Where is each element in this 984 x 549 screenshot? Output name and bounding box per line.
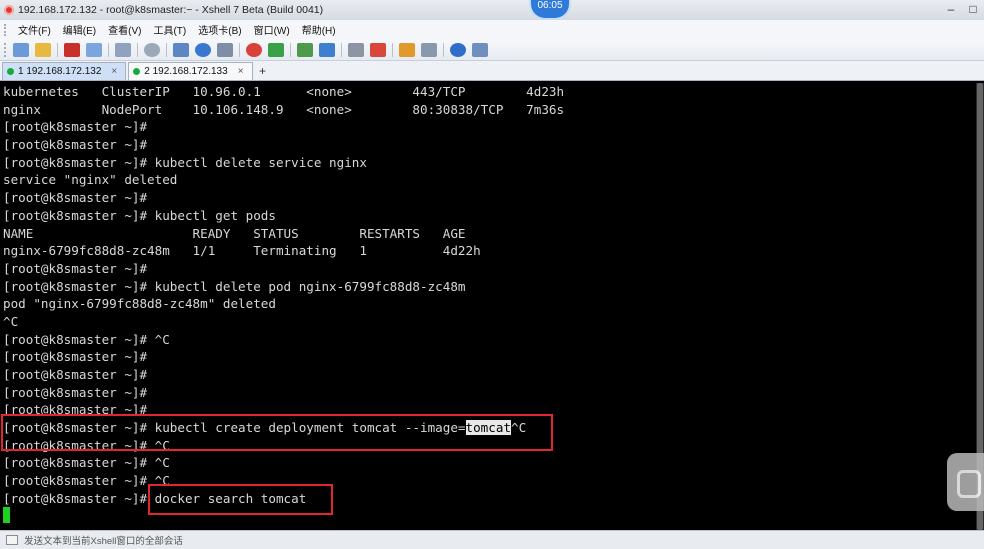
toolbar-separator bbox=[166, 42, 167, 57]
terminal-line: [root@k8smaster ~]# bbox=[3, 349, 148, 365]
tab-label: 2 192.168.172.133 bbox=[144, 66, 228, 77]
maximize-icon[interactable]: □ bbox=[962, 0, 984, 20]
menu-tools[interactable]: 工具(T) bbox=[147, 22, 192, 37]
layout-icon[interactable] bbox=[421, 42, 437, 57]
highlight-icon[interactable] bbox=[370, 42, 386, 57]
terminal-line: NAME READY STATUS RESTARTS AGE bbox=[3, 225, 466, 241]
terminal-line: [root@k8smaster ~]# bbox=[3, 367, 148, 382]
window-controls: – □ bbox=[940, 0, 984, 20]
terminal-line: [root@k8smaster ~]# bbox=[3, 384, 148, 400]
terminal-line: [root@k8smaster ~]# kubectl get pods bbox=[3, 207, 276, 223]
tab-close-icon[interactable]: × bbox=[111, 66, 117, 77]
reconnect-icon[interactable] bbox=[86, 42, 102, 57]
connected-status-icon bbox=[133, 68, 141, 75]
terminal-create-command-line: [root@k8smaster ~]# kubectl create deplo… bbox=[0, 419, 976, 437]
terminal-line: [root@k8smaster ~]# ^C bbox=[3, 455, 170, 471]
terminal-line: service "nginx" deleted bbox=[3, 172, 178, 188]
menu-file[interactable]: 文件(F) bbox=[12, 22, 57, 37]
script-icon[interactable] bbox=[399, 42, 415, 57]
create-cmd-suffix: ^C bbox=[511, 420, 527, 436]
status-text: 发送文本到当前Xshell窗口的全部会话 bbox=[24, 536, 183, 547]
font-icon[interactable] bbox=[217, 42, 233, 57]
open-folder-icon[interactable] bbox=[35, 42, 51, 57]
lock-icon[interactable] bbox=[319, 42, 335, 57]
help-icon[interactable] bbox=[450, 42, 466, 57]
toolbar-separator bbox=[443, 42, 444, 57]
globe-icon[interactable] bbox=[195, 42, 211, 57]
find-icon[interactable] bbox=[144, 42, 160, 57]
terminal-line: [root@k8smaster ~]# ^C bbox=[3, 473, 170, 489]
window-title-bar: 192.168.172.132 - root@k8smaster:~ - Xsh… bbox=[0, 0, 984, 20]
recording-clock-badge: 06:05 bbox=[531, 0, 569, 18]
toolbar-separator bbox=[108, 42, 109, 57]
selected-text-highlight: tomcat bbox=[465, 420, 512, 436]
toolbar-separator bbox=[137, 42, 138, 57]
toolbar-separator bbox=[290, 42, 291, 57]
menu-help[interactable]: 帮助(H) bbox=[296, 22, 342, 37]
terminal-line: [root@k8smaster ~]# bbox=[3, 190, 148, 206]
menu-window[interactable]: 窗口(W) bbox=[248, 22, 296, 37]
terminal-line: [root@k8smaster ~]# docker search tomcat bbox=[3, 490, 307, 506]
terminal-line: [root@k8smaster ~]# kubectl delete pod n… bbox=[3, 278, 466, 294]
connected-status-icon bbox=[7, 68, 14, 75]
terminal-line: [root@k8smaster ~]# bbox=[3, 119, 148, 135]
encoding-icon[interactable] bbox=[173, 42, 189, 57]
terminal-line: [root@k8smaster ~]# bbox=[3, 260, 148, 276]
xshell-app-icon bbox=[4, 5, 14, 15]
window-title: 192.168.172.132 - root@k8smaster:~ - Xsh… bbox=[18, 4, 324, 16]
terminal-line: [root@k8smaster ~]# bbox=[3, 402, 148, 418]
tab-close-icon[interactable]: × bbox=[238, 66, 244, 77]
tab-label: 1 192.168.172.132 bbox=[18, 66, 102, 77]
toolbar-separator bbox=[392, 42, 393, 57]
terminal-line: kubernetes ClusterIP 10.96.0.1 <none> 44… bbox=[3, 84, 565, 99]
menu-bar: 文件(F) 编辑(E) 查看(V) 工具(T) 选项卡(B) 窗口(W) 帮助(… bbox=[0, 20, 984, 39]
toolbar-separator bbox=[57, 42, 58, 57]
add-tab-button[interactable]: + bbox=[255, 64, 271, 80]
keyboard-icon[interactable] bbox=[348, 42, 364, 57]
terminal-line: nginx-6799fc88d8-zc48m 1/1 Terminating 1… bbox=[3, 243, 481, 259]
terminal-line: nginx NodePort 10.106.148.9 <none> 80:30… bbox=[3, 101, 565, 117]
send-text-icon[interactable] bbox=[6, 535, 18, 545]
minimize-icon[interactable]: – bbox=[940, 0, 962, 20]
terminal-line: ^C bbox=[3, 313, 19, 329]
status-bar: 发送文本到当前Xshell窗口的全部会话 bbox=[0, 530, 984, 549]
chat-icon[interactable] bbox=[472, 42, 488, 57]
terminal-line: [root@k8smaster ~]# ^C bbox=[3, 437, 170, 453]
disconnect-icon[interactable] bbox=[64, 42, 80, 57]
terminal-output[interactable]: kubernetes ClusterIP 10.96.0.1 <none> 44… bbox=[0, 83, 976, 530]
terminal-line: pod "nginx-6799fc88d8-zc48m" deleted bbox=[3, 296, 276, 312]
tab-session-1[interactable]: 1 192.168.172.132 × bbox=[2, 62, 127, 80]
terminal-line: [root@k8smaster ~]# ^C bbox=[3, 331, 170, 347]
video-player-badge-icon[interactable] bbox=[947, 453, 984, 511]
session-tab-bar: 1 192.168.172.132 × 2 192.168.172.133 × … bbox=[0, 61, 984, 81]
toolbar-separator bbox=[239, 42, 240, 57]
properties-icon[interactable] bbox=[115, 42, 131, 57]
transfer-icon[interactable] bbox=[268, 42, 284, 57]
toolbar-grip-icon bbox=[4, 42, 10, 57]
terminal-cursor bbox=[3, 507, 10, 523]
terminal-line: [root@k8smaster ~]# kubectl delete servi… bbox=[3, 154, 367, 170]
menu-view[interactable]: 查看(V) bbox=[102, 22, 147, 37]
xftp-icon[interactable] bbox=[246, 42, 262, 57]
fullscreen-icon[interactable] bbox=[297, 42, 313, 57]
terminal-line: [root@k8smaster ~]# bbox=[3, 137, 148, 153]
menu-tabs[interactable]: 选项卡(B) bbox=[192, 22, 247, 37]
toolbar bbox=[0, 39, 984, 61]
tab-session-2[interactable]: 2 192.168.172.133 × bbox=[128, 62, 253, 80]
menu-edit[interactable]: 编辑(E) bbox=[57, 22, 102, 37]
menubar-grip-icon bbox=[4, 23, 12, 36]
create-cmd-prefix: [root@k8smaster ~]# kubectl create deplo… bbox=[3, 420, 466, 436]
toolbar-separator bbox=[341, 42, 342, 57]
new-session-icon[interactable] bbox=[13, 42, 29, 57]
